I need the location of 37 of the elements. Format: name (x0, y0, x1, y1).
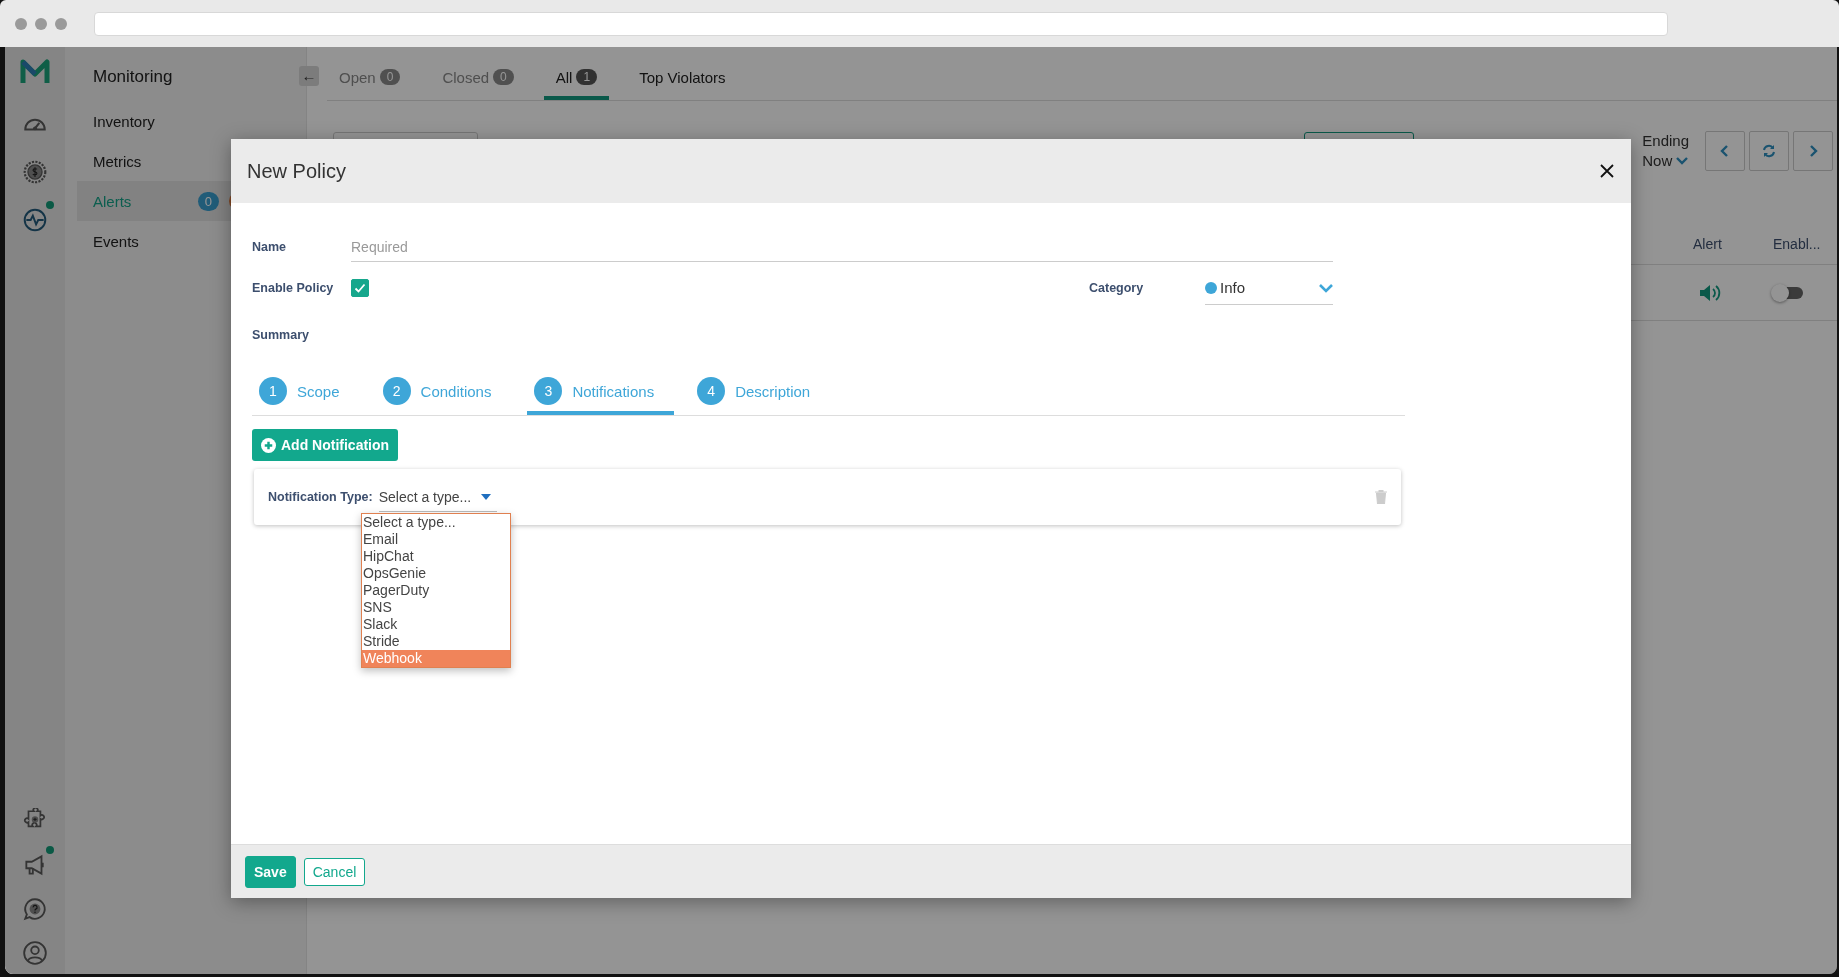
column-header: Alert (1693, 236, 1723, 252)
step-tab[interactable]: 4 Description (690, 371, 831, 415)
sidebar-item[interactable]: Events (77, 221, 231, 261)
dropdown-option[interactable]: OpsGenie (362, 565, 510, 582)
ending-value[interactable]: Now (1642, 151, 1673, 171)
step-tab[interactable]: 2 Conditions (375, 371, 512, 415)
tab[interactable]: Top Violators (627, 58, 738, 100)
dropdown-option[interactable]: Select a type... (362, 514, 510, 531)
count-badge: 0 (197, 191, 219, 211)
category-select[interactable]: Info (1205, 271, 1333, 305)
field-label: Category (1089, 281, 1145, 295)
sidebar-title: Monitoring (92, 67, 174, 88)
sidebar-item[interactable]: Metrics (77, 141, 231, 181)
count-badge: 0 (493, 69, 514, 85)
tab[interactable]: All 1 (543, 58, 610, 100)
collapse-button[interactable]: ← (299, 65, 319, 86)
field-label: Name (252, 240, 288, 254)
dropdown-option[interactable]: SNS (362, 599, 510, 616)
cancel-button[interactable]: Cancel (303, 857, 366, 886)
step-tab[interactable]: 1 Scope (252, 371, 360, 415)
column-header: Enabl... (1773, 236, 1822, 252)
count-badge: 0 (379, 69, 401, 85)
save-button[interactable]: Save (245, 855, 296, 888)
dropdown-option[interactable]: Email (362, 531, 510, 548)
field-label: Notification Type: (268, 490, 373, 504)
type-select[interactable]: Select a type... (378, 482, 497, 512)
field-label: Summary (252, 328, 310, 342)
dropdown-option[interactable]: HipChat (362, 548, 510, 565)
count-badge: 1 (576, 69, 598, 85)
dialog-title: New Policy (247, 159, 347, 183)
field-label: Enable Policy (252, 281, 335, 295)
dropdown-option[interactable]: Slack (362, 616, 510, 633)
sidebar-item[interactable]: Inventory (77, 101, 231, 141)
dropdown-option[interactable]: Stride (362, 633, 510, 650)
ending-label: Ending (1642, 131, 1689, 151)
dropdown-option[interactable]: PagerDuty (362, 582, 510, 599)
add-notification-button[interactable]: Add Notification (252, 429, 399, 461)
